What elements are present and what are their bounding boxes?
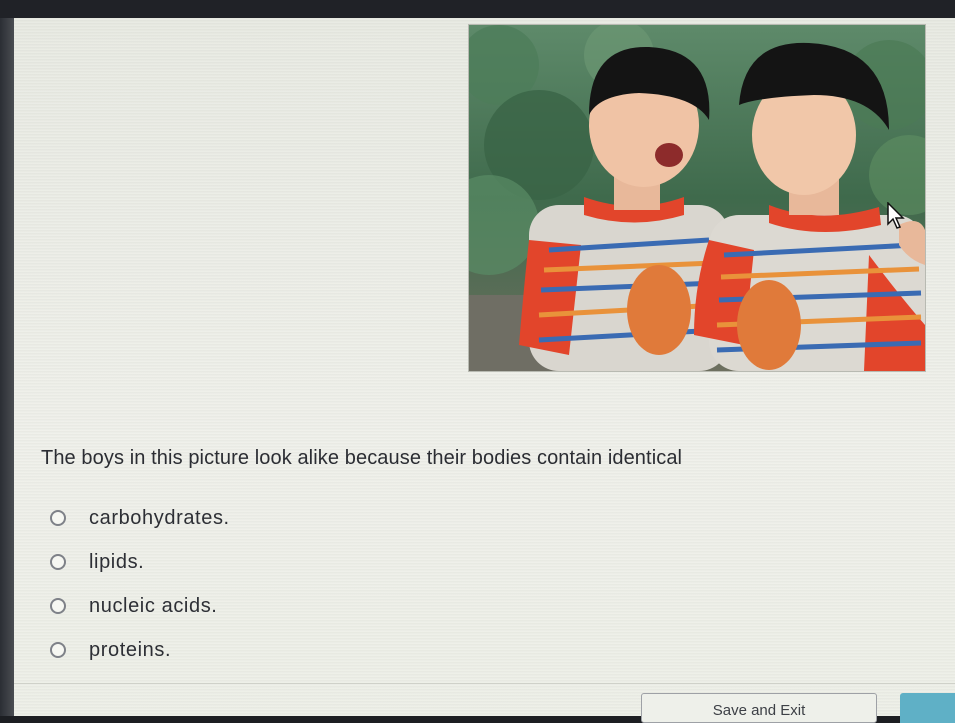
radio-button[interactable] bbox=[50, 510, 66, 526]
mouse-cursor-icon bbox=[887, 202, 905, 229]
answer-option-label: nucleic acids. bbox=[89, 595, 218, 617]
answer-option-label: lipids. bbox=[89, 551, 145, 573]
answer-option-lipids[interactable]: lipids. bbox=[50, 548, 470, 592]
twins-photo-illustration bbox=[469, 25, 925, 371]
top-bezel bbox=[0, 0, 955, 18]
save-and-exit-button[interactable]: Save and Exit bbox=[641, 693, 877, 723]
answer-option-carbohydrates[interactable]: carbohydrates. bbox=[50, 504, 470, 548]
answer-option-label: carbohydrates. bbox=[89, 507, 230, 529]
left-bezel bbox=[0, 18, 14, 716]
answer-option-nucleic-acids[interactable]: nucleic acids. bbox=[50, 592, 470, 636]
answer-options: carbohydrates. lipids. nucleic acids. pr… bbox=[50, 504, 470, 680]
radio-button[interactable] bbox=[50, 554, 66, 570]
radio-button[interactable] bbox=[50, 642, 66, 658]
next-button[interactable] bbox=[900, 693, 955, 723]
answer-option-label: proteins. bbox=[89, 639, 172, 661]
screen: The boys in this picture look alike beca… bbox=[0, 0, 955, 723]
question-photo bbox=[468, 24, 926, 372]
radio-button[interactable] bbox=[50, 598, 66, 614]
question-text: The boys in this picture look alike beca… bbox=[41, 447, 683, 469]
question-page: The boys in this picture look alike beca… bbox=[14, 18, 955, 716]
footer-divider bbox=[14, 683, 955, 684]
answer-option-proteins[interactable]: proteins. bbox=[50, 636, 470, 680]
